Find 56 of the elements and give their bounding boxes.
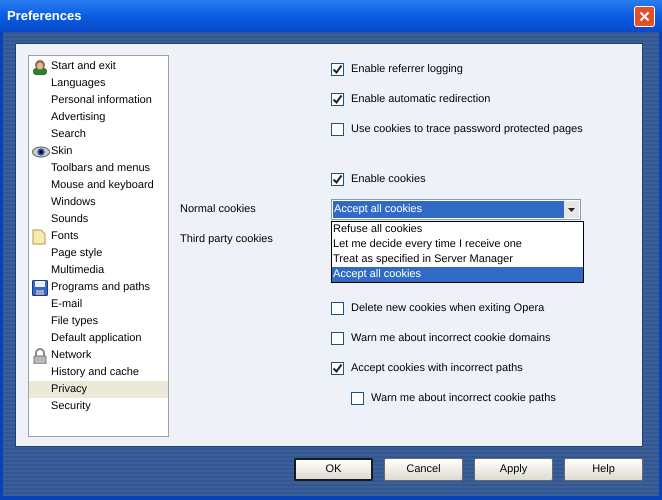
dropdown-option[interactable]: Let me decide every time I receive one [332, 236, 583, 252]
close-icon [639, 10, 650, 22]
caret-icon [564, 200, 579, 218]
sidebar-item[interactable]: Page style [29, 245, 168, 262]
checkbox[interactable] [351, 392, 364, 404]
sidebar-item[interactable]: Mouse and keyboard [29, 177, 168, 194]
checkbox-label: Warn me about incorrect cookie paths [371, 390, 556, 406]
sidebar-item[interactable]: Windows [29, 194, 168, 211]
dialog-button[interactable]: Help [564, 458, 643, 481]
checkbox[interactable] [331, 332, 344, 344]
checkbox-label: Accept cookies with incorrect paths [351, 360, 523, 376]
checkbox-label: Use cookies to trace password protected pages [351, 122, 583, 137]
sidebar-item[interactable]: File types [29, 313, 168, 330]
sidebar-item[interactable]: History and cache [29, 364, 168, 381]
checkbox[interactable] [331, 122, 344, 136]
checkbox[interactable] [331, 302, 344, 314]
sidebar-item[interactable]: Network [29, 347, 168, 364]
sidebar-item[interactable]: Personal information [29, 92, 168, 109]
eye-icon [32, 146, 50, 158]
dropdown[interactable]: Accept all cookies [331, 198, 581, 220]
sidebar-item[interactable]: Privacy [29, 381, 168, 398]
sidebar-item[interactable]: Sounds [29, 211, 168, 228]
dropdown-option[interactable]: Accept all cookies [332, 266, 583, 282]
sidebar-item[interactable]: Advertising [29, 109, 168, 126]
dropdown-option[interactable]: Treat as specified in Server Manager [332, 252, 583, 266]
checkbox-label: Enable cookies [351, 172, 426, 187]
sidebar-item[interactable]: Languages [29, 75, 168, 92]
checkbox[interactable] [331, 92, 344, 106]
sidebar-item[interactable]: Start and exit [29, 58, 168, 75]
sidebar-item[interactable]: Fonts [29, 228, 168, 245]
close-button[interactable] [634, 6, 655, 26]
sidebar-item[interactable]: Programs and paths [29, 279, 168, 296]
checkbox-label: Enable automatic redirection [351, 92, 490, 107]
sidebar-item[interactable]: Search [29, 126, 168, 143]
window-title: Preferences [7, 7, 82, 26]
dialog-button[interactable]: Cancel [384, 458, 463, 481]
sidebar-item[interactable]: Security [29, 398, 168, 415]
sidebar-item[interactable]: Multimedia [29, 262, 168, 279]
checkbox-label: Enable referrer logging [351, 62, 463, 77]
sidebar-item[interactable]: E-mail [29, 296, 168, 313]
checkbox[interactable] [331, 172, 344, 186]
person-icon [32, 58, 48, 74]
checkbox-label: Warn me about incorrect cookie domains [351, 330, 551, 346]
sidebar-item[interactable]: Skin [29, 143, 168, 160]
checkbox[interactable] [331, 62, 344, 76]
padlock-icon [32, 348, 48, 364]
field-label: Normal cookies [180, 202, 257, 217]
dialog-button[interactable]: OK [294, 458, 373, 481]
checkbox[interactable] [331, 362, 344, 374]
dropdown-option[interactable]: Refuse all cookies [332, 222, 583, 236]
sidebar-item[interactable]: Toolbars and menus [29, 160, 168, 177]
page-icon [32, 228, 46, 244]
checkbox-label: Delete new cookies when exiting Opera [351, 300, 544, 316]
dialog-button[interactable]: Apply [474, 458, 553, 481]
sidebar-item[interactable]: Default application [29, 330, 168, 347]
field-label: Third party cookies [180, 232, 273, 247]
